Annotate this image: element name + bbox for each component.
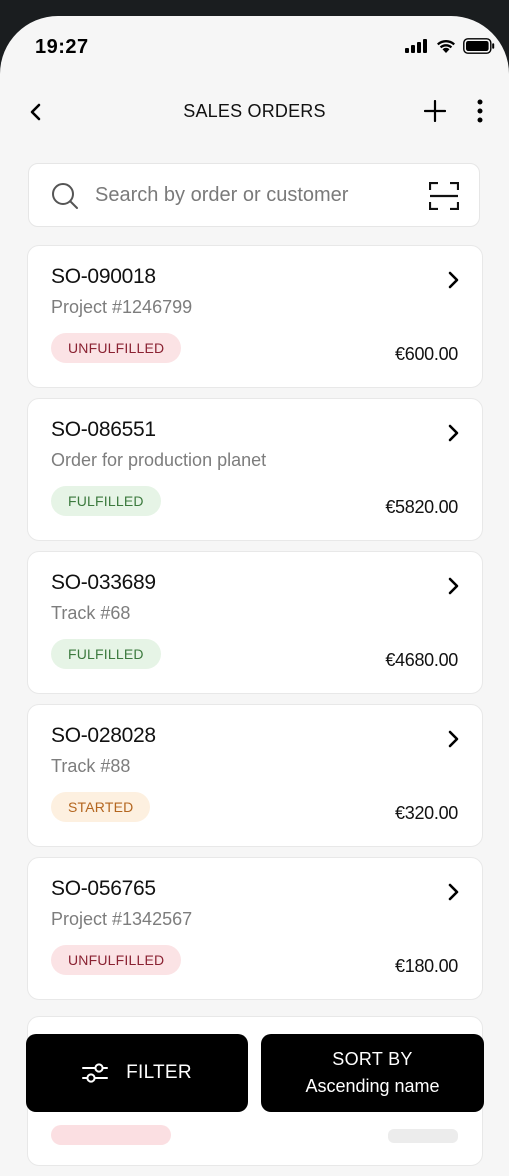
plus-icon bbox=[424, 100, 446, 122]
chevron-right-icon bbox=[448, 271, 459, 289]
scan-frame-icon[interactable] bbox=[429, 182, 459, 210]
more-options-button[interactable] bbox=[466, 96, 494, 126]
order-description: Track #68 bbox=[51, 603, 131, 623]
chevron-right-icon bbox=[448, 424, 459, 442]
order-amount: €180.00 bbox=[395, 956, 458, 976]
order-description: Track #88 bbox=[51, 756, 131, 776]
chevron-right-icon bbox=[448, 730, 459, 748]
chevron-right-icon bbox=[448, 577, 459, 595]
order-description: Order for production planet bbox=[51, 450, 267, 470]
order-amount: €4680.00 bbox=[385, 650, 458, 670]
status-badge: UNFULFILLED bbox=[51, 333, 182, 363]
order-amount: €5820.00 bbox=[385, 497, 458, 517]
order-amount: €320.00 bbox=[395, 803, 458, 823]
filter-label: FILTER bbox=[126, 1062, 192, 1083]
order-id: SO-056765 bbox=[51, 877, 156, 900]
sliders-icon bbox=[82, 1063, 109, 1083]
phone-screen: 19:27 SALES ORDERS Search by order or cu… bbox=[0, 16, 509, 1176]
order-description: Project #1342567 bbox=[51, 909, 193, 929]
wifi-icon bbox=[437, 39, 455, 53]
sort-value: Ascending name bbox=[305, 1076, 440, 1096]
order-id: SO-033689 bbox=[51, 571, 156, 594]
search-input[interactable] bbox=[95, 176, 415, 214]
order-id: SO-028028 bbox=[51, 724, 156, 747]
order-card[interactable]: SO-090018 Project #1246799 UNFULFILLED €… bbox=[27, 245, 483, 388]
vertical-dots-icon bbox=[477, 99, 483, 123]
header: SALES ORDERS bbox=[0, 92, 509, 132]
status-bar: 19:27 bbox=[0, 16, 509, 76]
order-amount-placeholder bbox=[388, 1129, 458, 1143]
status-badge: FULFILLED bbox=[51, 486, 161, 516]
order-card[interactable]: SO-056765 Project #1342567 UNFULFILLED €… bbox=[27, 857, 483, 1000]
status-badge: UNFULFILLED bbox=[51, 945, 182, 975]
search-icon bbox=[52, 183, 78, 209]
status-badge: STARTED bbox=[51, 792, 151, 822]
order-id: SO-086551 bbox=[51, 418, 156, 441]
order-card[interactable]: SO-033689 Track #68 FULFILLED €4680.00 bbox=[27, 551, 483, 694]
chevron-right-icon bbox=[448, 883, 459, 901]
signal-icon bbox=[405, 39, 427, 53]
sort-button[interactable]: SORT BY Ascending name bbox=[261, 1034, 484, 1112]
status-badge-placeholder bbox=[51, 1125, 171, 1145]
order-description: Project #1246799 bbox=[51, 297, 193, 317]
order-card[interactable]: SO-086551 Order for production planet FU… bbox=[27, 398, 483, 541]
order-card[interactable]: SO-028028 Track #88 STARTED €320.00 bbox=[27, 704, 483, 847]
filter-button[interactable]: FILTER bbox=[26, 1034, 248, 1112]
search-box bbox=[28, 163, 480, 227]
order-id: SO-090018 bbox=[51, 265, 156, 288]
sort-label: SORT BY bbox=[332, 1049, 413, 1069]
order-amount: €600.00 bbox=[395, 344, 458, 364]
status-badge: FULFILLED bbox=[51, 639, 161, 669]
battery-icon bbox=[463, 38, 495, 54]
status-icons bbox=[405, 38, 495, 54]
add-order-button[interactable] bbox=[420, 96, 450, 126]
status-time: 19:27 bbox=[35, 36, 89, 58]
